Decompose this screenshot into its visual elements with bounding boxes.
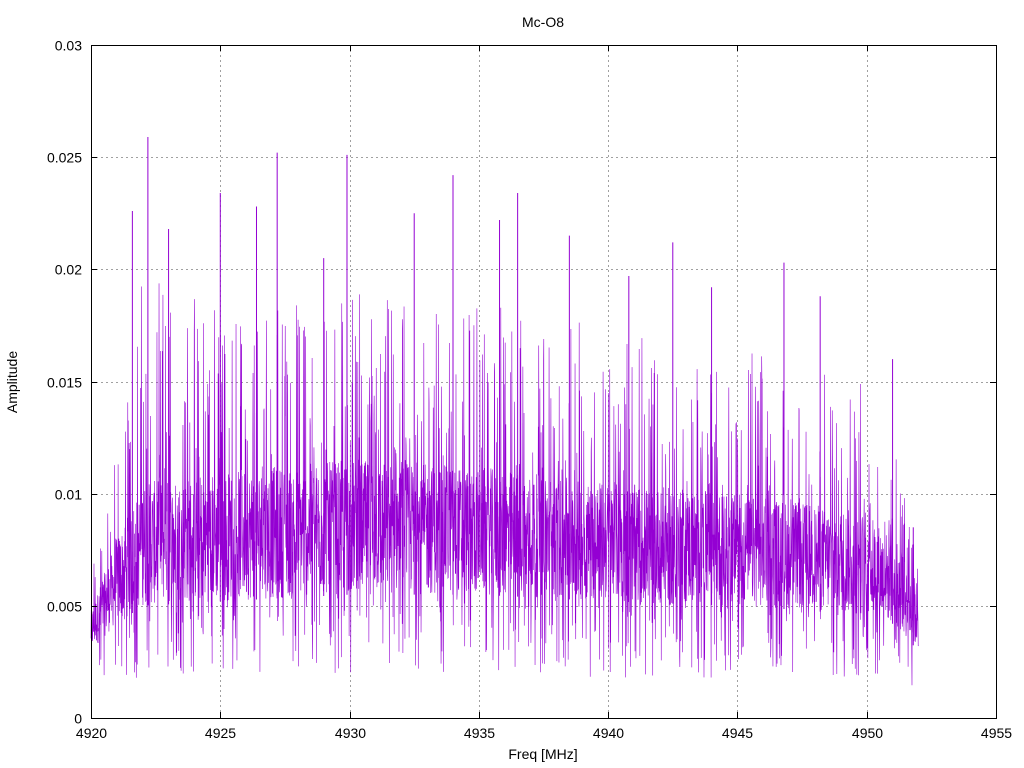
- series-layer: [90, 136, 919, 686]
- y-tick-label: 0.02: [55, 262, 82, 278]
- x-tick-label: 4955: [981, 725, 1012, 741]
- x-tick-label: 4935: [464, 725, 495, 741]
- chart-title: Mc-O8: [522, 14, 564, 30]
- y-tick-label: 0.015: [47, 375, 82, 391]
- x-tick-label: 4920: [76, 725, 107, 741]
- chart: 4920 4925 4930 4935 4940 4945 4950 4955 0 0.005 0.…: [0, 0, 1024, 768]
- y-axis-label: Amplitude: [4, 351, 20, 413]
- x-tick-label: 4925: [205, 725, 236, 741]
- x-tick-label: 4945: [722, 725, 753, 741]
- x-tick-label: 4950: [852, 725, 883, 741]
- y-tick-label: 0.025: [47, 150, 82, 166]
- y-tick-label: 0.005: [47, 599, 82, 615]
- series-line: [90, 283, 919, 686]
- y-tick-label: 0.03: [55, 38, 82, 54]
- x-axis-label: Freq [MHz]: [508, 746, 577, 762]
- chart-svg: 4920 4925 4930 4935 4940 4945 4950 4955 0 0.005 0.…: [4, 14, 1012, 762]
- y-tick-label: 0.01: [55, 487, 82, 503]
- x-tick-label: 4930: [335, 725, 366, 741]
- x-tick-label: 4940: [593, 725, 624, 741]
- y-tick-label: 0: [74, 711, 82, 727]
